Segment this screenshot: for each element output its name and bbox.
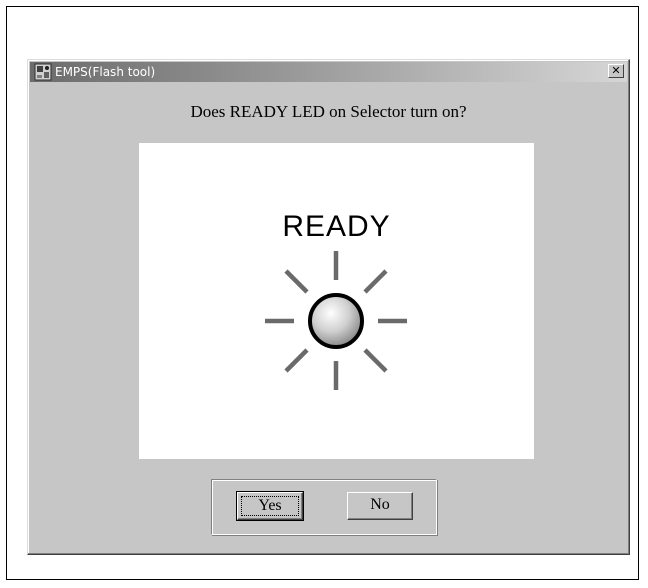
led-illustration: READY xyxy=(139,143,534,459)
yes-button[interactable]: Yes xyxy=(236,491,304,521)
dialog-question: Does READY LED on Selector turn on? xyxy=(190,102,467,121)
no-button[interactable]: No xyxy=(347,492,413,520)
app-icon xyxy=(34,63,52,81)
titlebar[interactable]: EMPS(Flash tool) ✕ xyxy=(30,62,627,82)
yes-button-label: Yes xyxy=(241,496,299,516)
close-button[interactable]: ✕ xyxy=(608,64,624,78)
led-lit-icon xyxy=(265,251,407,390)
close-icon: ✕ xyxy=(611,64,621,77)
dialog-window: EMPS(Flash tool) ✕ Does READY LED on Sel… xyxy=(27,59,630,555)
window-title: EMPS(Flash tool) xyxy=(55,65,156,79)
button-panel: Yes No xyxy=(211,479,437,535)
